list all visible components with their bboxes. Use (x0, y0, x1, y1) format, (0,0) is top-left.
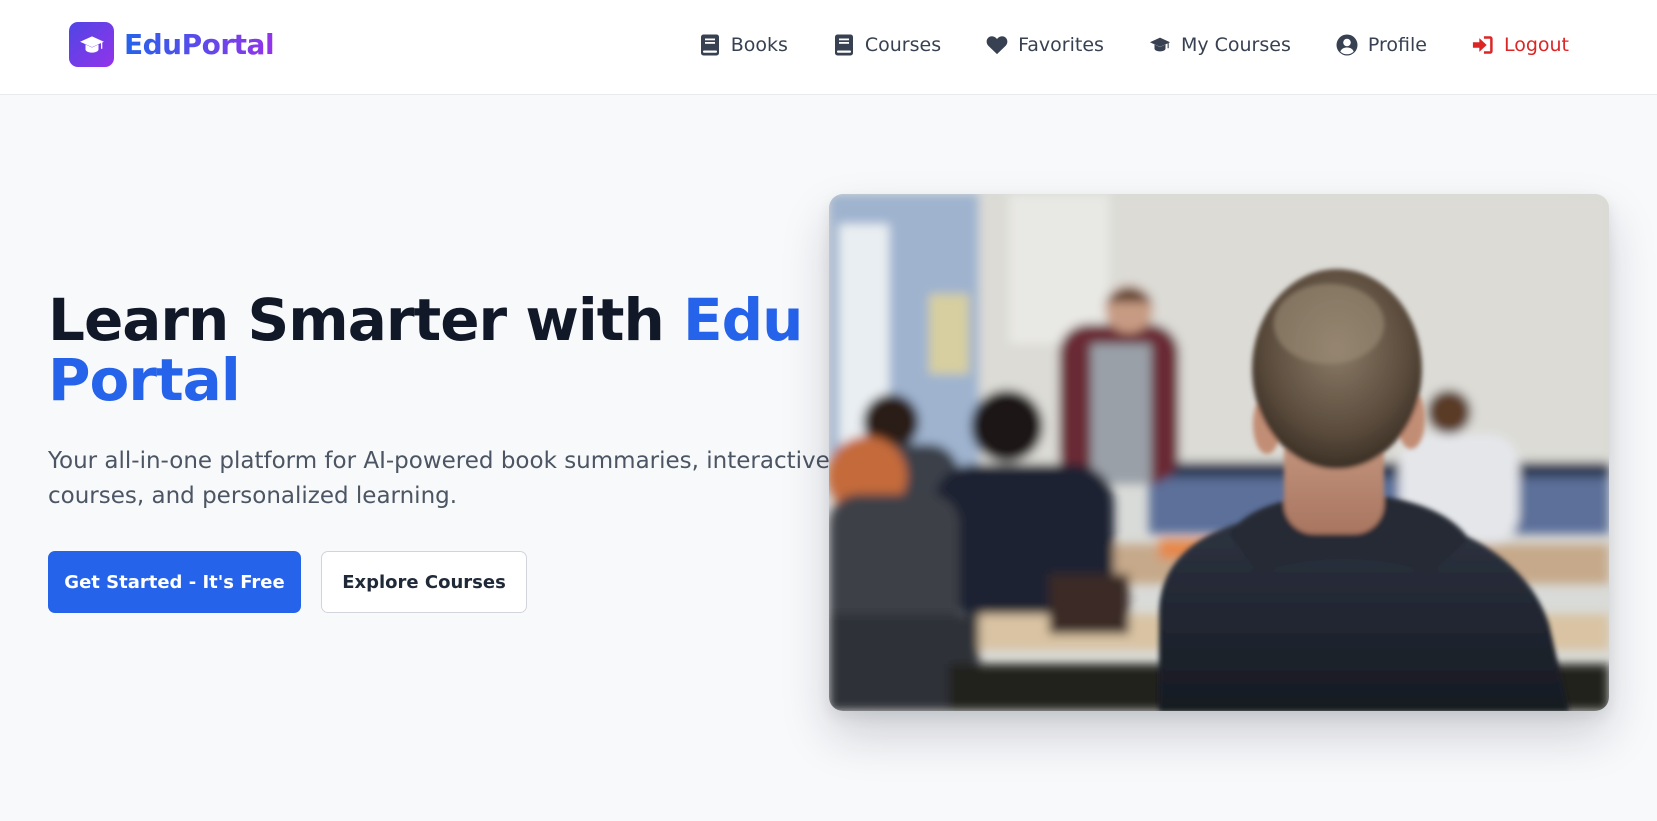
brand-name: EduPortal (124, 28, 275, 61)
nav-my-courses-label: My Courses (1180, 34, 1291, 56)
classroom-photo (829, 194, 1609, 711)
graduation-cap-icon (1149, 34, 1171, 56)
sign-out-icon (1472, 34, 1494, 56)
explore-courses-button[interactable]: Explore Courses (321, 551, 527, 613)
brand-logo (69, 22, 114, 67)
nav-courses-label: Courses (864, 34, 942, 56)
top-navbar: EduPortal Books Courses Favorites My Cou… (0, 0, 1657, 95)
main-nav: Books Courses Favorites My Courses Profi… (699, 29, 1569, 61)
nav-profile[interactable]: Profile (1336, 34, 1427, 56)
nav-favorites-label: Favorites (1018, 34, 1104, 56)
get-started-button[interactable]: Get Started - It's Free (48, 551, 301, 613)
book-icon (833, 34, 855, 56)
book-icon (699, 34, 721, 56)
nav-favorites[interactable]: Favorites (986, 34, 1104, 56)
nav-my-courses[interactable]: My Courses (1149, 34, 1291, 56)
user-circle-icon (1336, 34, 1358, 56)
nav-books[interactable]: Books (699, 34, 788, 56)
nav-books-label: Books (730, 34, 788, 56)
nav-profile-label: Profile (1367, 34, 1427, 56)
brand-link[interactable]: EduPortal (69, 22, 275, 67)
heart-icon (986, 34, 1008, 56)
hero-subtitle: Your all-in-one platform for AI-powered … (48, 448, 830, 509)
nav-logout-label: Logout (1503, 34, 1569, 56)
hero-title: Learn Smarter with Edu Portal (48, 290, 808, 410)
graduation-cap-icon (79, 35, 104, 53)
nav-logout[interactable]: Logout (1472, 34, 1569, 56)
hero-title-main: Learn Smarter with (48, 286, 684, 354)
nav-courses[interactable]: Courses (833, 34, 941, 56)
